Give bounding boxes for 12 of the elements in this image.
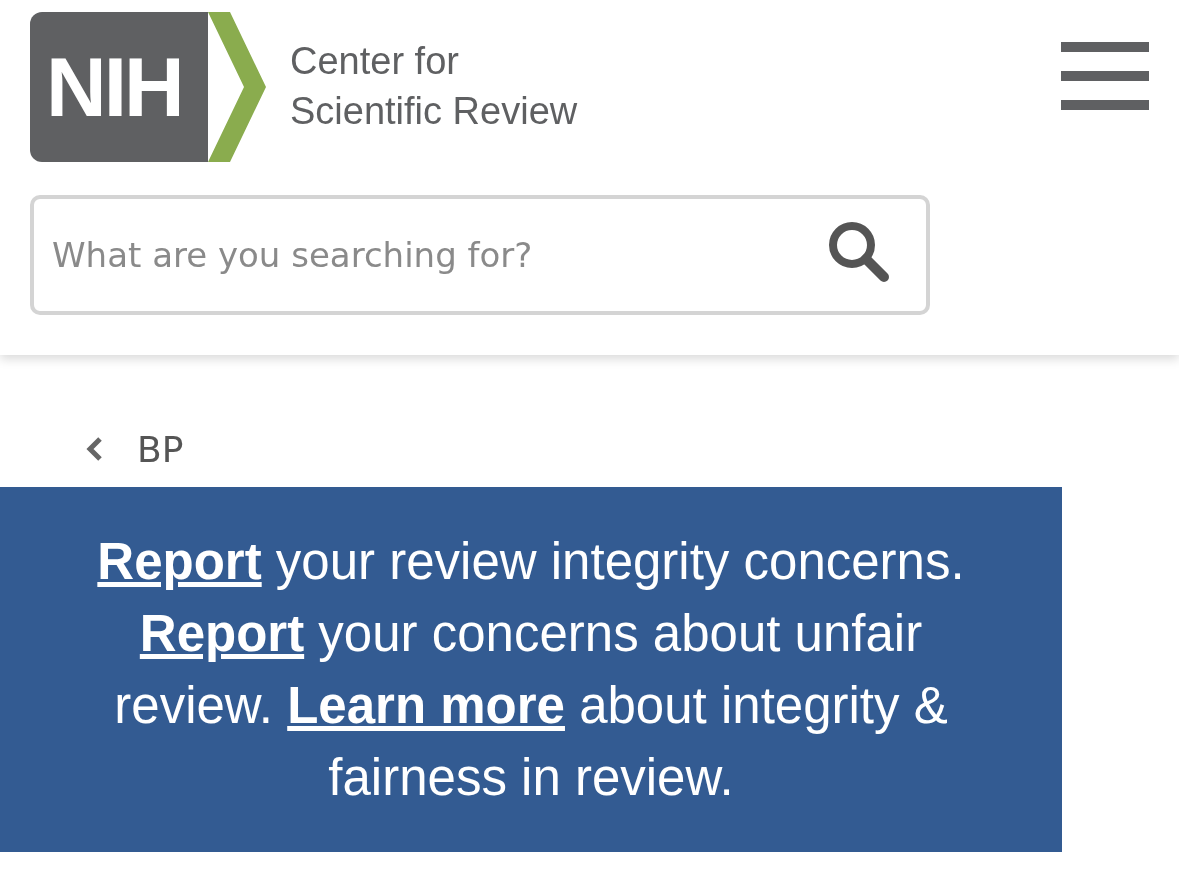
report-link[interactable]: Report [97, 532, 262, 590]
search-icon[interactable] [826, 219, 890, 283]
breadcrumb-link[interactable]: BP [137, 428, 184, 470]
back-chevron-icon[interactable] [85, 435, 105, 463]
report-link[interactable]: Report [139, 604, 305, 662]
site-title: Scientific Review [290, 89, 578, 134]
site-title: Center for [290, 39, 460, 84]
search-field[interactable]: What are you searching for? [30, 195, 930, 315]
report-link[interactable]: Learn more [287, 676, 565, 734]
menu-icon[interactable] [1061, 42, 1149, 110]
banner-text: Report your review integrity concerns. Report your concerns about unfair review. Learn more about integrity & fairness in review. [96, 531, 966, 808]
nih-logo[interactable]: NIH [30, 12, 268, 162]
